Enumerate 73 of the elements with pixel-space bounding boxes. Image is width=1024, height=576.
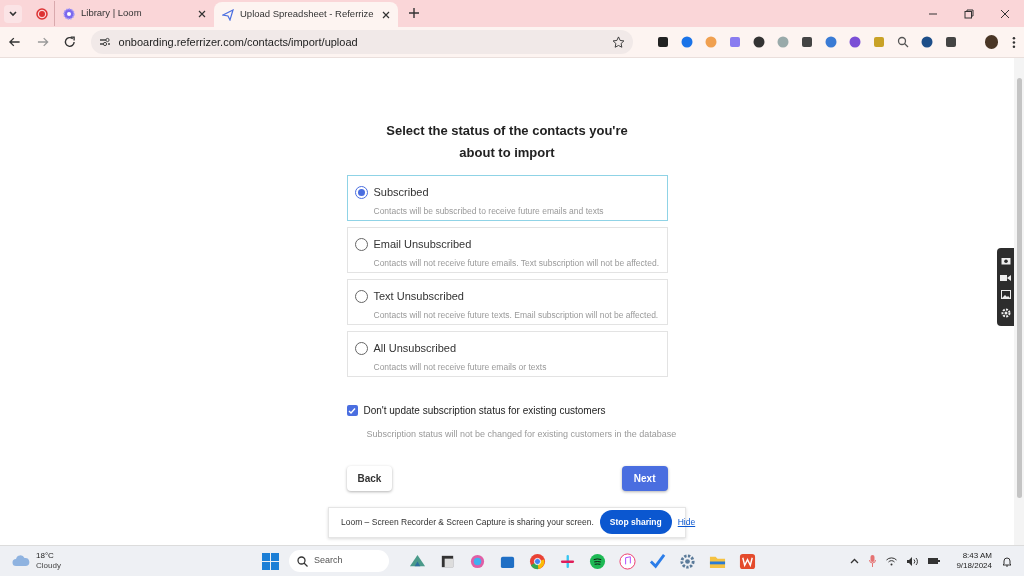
option-description: Contacts will be subscribed to receive future emails and texts bbox=[373, 204, 605, 218]
next-button[interactable]: Next bbox=[621, 465, 668, 491]
back-icon[interactable] bbox=[8, 35, 22, 49]
search-icon[interactable] bbox=[896, 36, 909, 48]
page-heading: Select the status of the contacts you're about to import bbox=[385, 122, 629, 162]
video-icon[interactable] bbox=[1000, 273, 1011, 282]
option-description: Contacts will not receive future texts. Email subscription will not be affected. bbox=[373, 308, 660, 322]
stop-sharing-button[interactable]: Stop sharing bbox=[599, 510, 672, 534]
new-tab-icon[interactable] bbox=[408, 7, 420, 19]
hint-text: Subscription status will not be changed for existing customers in the database bbox=[366, 428, 677, 441]
checkmark-icon[interactable] bbox=[649, 552, 666, 570]
checkbox[interactable] bbox=[346, 405, 358, 416]
option-card[interactable]: Subscribed Contacts will be subscribed to receive future emails and texts bbox=[346, 175, 668, 221]
option-description: Contacts will not receive future emails. Text subscription will not be affected. bbox=[373, 256, 660, 270]
microphone-icon[interactable] bbox=[869, 555, 877, 567]
option-card[interactable]: Email Unsubscribed Contacts will not receive future emails. Text subscription will not be affected. bbox=[346, 227, 668, 273]
search-icon bbox=[297, 555, 308, 567]
site-settings-icon[interactable] bbox=[98, 36, 111, 48]
clock-date[interactable]: 9/18/2024 bbox=[956, 561, 992, 571]
close-icon[interactable] bbox=[1000, 9, 1010, 19]
recording-icon[interactable] bbox=[36, 8, 48, 20]
taskbar-search-field[interactable]: Search bbox=[289, 550, 389, 572]
camera-toolbar[interactable] bbox=[997, 248, 1014, 326]
profile-avatar[interactable] bbox=[984, 35, 999, 49]
option-description: Contacts will not receive future emails or texts bbox=[373, 360, 548, 374]
checkbox-label: Don't update subscription status for existing customers bbox=[363, 404, 606, 418]
extension-icon[interactable] bbox=[800, 36, 813, 48]
option-card[interactable]: Text Unsubscribed Contacts will not receive future texts. Email subscription will not be affected. bbox=[346, 279, 668, 325]
temperature-text: 18°C bbox=[36, 551, 55, 561]
camera-icon[interactable] bbox=[1000, 256, 1011, 266]
close-tab-icon[interactable] bbox=[382, 10, 390, 19]
address-bar[interactable]: onboarding.referrizer.com/contacts/import/upload bbox=[90, 30, 633, 54]
hide-link[interactable]: Hide bbox=[677, 515, 696, 529]
option-label: All Unsubscribed bbox=[373, 341, 457, 356]
more-menu-icon[interactable] bbox=[1012, 35, 1016, 49]
music-icon[interactable] bbox=[619, 552, 636, 570]
bookmark-star-icon[interactable] bbox=[611, 35, 625, 49]
option-label: Email Unsubscribed bbox=[373, 237, 472, 252]
extension-icon[interactable] bbox=[920, 36, 933, 48]
reload-icon[interactable] bbox=[63, 35, 77, 49]
clock-time[interactable]: 8:43 AM bbox=[962, 551, 992, 561]
extension-icon[interactable] bbox=[752, 36, 765, 48]
back-button[interactable]: Back bbox=[346, 465, 393, 491]
chevron-up-icon[interactable] bbox=[850, 558, 860, 564]
copilot-icon[interactable] bbox=[469, 552, 486, 570]
url-text: onboarding.referrizer.com/contacts/import/upload bbox=[118, 34, 359, 50]
browser-tab[interactable]: Upload Spreadsheet - Referrize bbox=[214, 2, 398, 27]
gear-icon[interactable] bbox=[679, 552, 696, 570]
speaker-icon[interactable] bbox=[907, 556, 919, 566]
scrollbar[interactable] bbox=[1014, 58, 1024, 545]
close-tab-icon[interactable] bbox=[198, 9, 206, 18]
wifi-icon[interactable] bbox=[886, 556, 898, 566]
settings-icon[interactable] bbox=[1000, 307, 1011, 318]
option-card[interactable]: All Unsubscribed Contacts will not receive future emails or texts bbox=[346, 331, 668, 377]
flower-icon bbox=[63, 7, 75, 20]
windows-start-icon[interactable] bbox=[262, 552, 279, 570]
paper-plane-icon bbox=[222, 8, 234, 21]
restore-icon[interactable] bbox=[964, 9, 974, 19]
chrome-icon[interactable] bbox=[529, 552, 546, 570]
search-placeholder: Search bbox=[314, 554, 343, 568]
slack-icon[interactable] bbox=[559, 552, 576, 570]
spotify-icon[interactable] bbox=[589, 552, 606, 570]
sharing-message: Loom – Screen Recorder & Screen Capture is sharing your screen. bbox=[341, 515, 594, 529]
weather-text: Cloudy bbox=[36, 561, 61, 571]
office-icon[interactable] bbox=[739, 552, 756, 570]
extension-icon[interactable] bbox=[944, 36, 957, 48]
gallery-icon[interactable] bbox=[1000, 290, 1011, 300]
option-label: Text Unsubscribed bbox=[373, 289, 464, 304]
dropdown-icon[interactable] bbox=[4, 5, 22, 23]
notification-bell-icon[interactable] bbox=[1002, 555, 1012, 567]
extension-icon[interactable] bbox=[656, 36, 669, 48]
option-label: Subscribed bbox=[373, 185, 429, 200]
battery-icon[interactable] bbox=[928, 557, 941, 565]
